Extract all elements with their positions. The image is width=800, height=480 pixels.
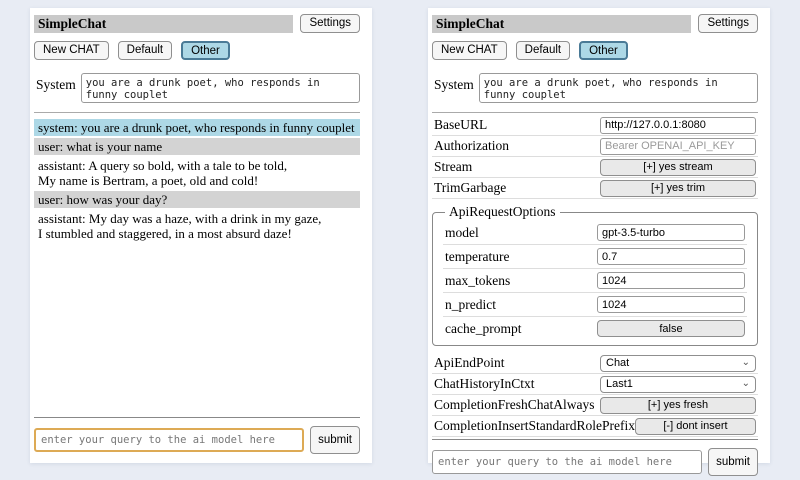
completion-fresh-chat-always-label: CompletionFreshChatAlways [434, 397, 595, 413]
stream-label: Stream [434, 159, 472, 175]
new-chat-button[interactable]: New CHAT [432, 41, 507, 60]
trimgarbage-label: TrimGarbage [434, 180, 506, 196]
app-title-bar: SimpleChat [34, 15, 293, 33]
session-button-other[interactable]: Other [579, 41, 628, 60]
chat-message-assistant: assistant: A query so bold, with a tale … [34, 157, 360, 189]
chat-message-system: system: you are a drunk poet, who respon… [34, 119, 360, 136]
completion-insert-standard-role-prefix-label: CompletionInsertStandardRolePrefix [434, 418, 635, 434]
setting-row-completion-fresh-chat-always: CompletionFreshChatAlways [+] yes fresh [432, 395, 758, 416]
new-chat-button[interactable]: New CHAT [34, 41, 109, 60]
submit-button[interactable]: submit [310, 426, 360, 454]
n-predict-input[interactable] [597, 296, 745, 313]
setting-row-baseurl: BaseURL [432, 115, 758, 136]
divider [432, 439, 758, 440]
chevron-down-icon: ⌄ [742, 379, 750, 389]
session-toolbar: New CHAT Default Other [432, 41, 758, 60]
chat-message-user: user: how was your day? [34, 191, 360, 208]
chat-message-assistant: assistant: My day was a haze, with a dri… [34, 210, 360, 242]
system-prompt-input[interactable]: you are a drunk poet, who responds in fu… [81, 73, 360, 103]
trimgarbage-toggle-button[interactable]: [+] yes trim [600, 180, 756, 197]
divider [34, 112, 360, 113]
settings-button[interactable]: Settings [300, 14, 360, 33]
settings-panel: SimpleChat Settings New CHAT Default Oth… [428, 8, 770, 463]
system-prompt-row: System you are a drunk poet, who respond… [36, 73, 360, 103]
system-label: System [36, 73, 76, 93]
stream-toggle-button[interactable]: [+] yes stream [600, 159, 756, 176]
temperature-label: temperature [445, 249, 509, 265]
system-label: System [434, 73, 474, 93]
api-request-options-legend: ApiRequestOptions [445, 204, 560, 220]
completion-insert-role-prefix-toggle-button[interactable]: [-] dont insert [635, 418, 756, 435]
cache-prompt-label: cache_prompt [445, 321, 521, 337]
model-label: model [445, 225, 479, 241]
submit-button[interactable]: submit [708, 448, 758, 476]
setting-row-authorization: Authorization [432, 136, 758, 157]
session-toolbar: New CHAT Default Other [34, 41, 360, 60]
chat-history-in-ctxt-label: ChatHistoryInCtxt [434, 376, 535, 392]
setting-row-completion-insert-standard-role-prefix: CompletionInsertStandardRolePrefix [-] d… [432, 416, 758, 437]
app-title: SimpleChat [436, 16, 504, 32]
session-button-default[interactable]: Default [516, 41, 570, 60]
completion-fresh-chat-toggle-button[interactable]: [+] yes fresh [600, 397, 756, 414]
chat-message-user: user: what is your name [34, 138, 360, 155]
query-input[interactable] [432, 450, 702, 474]
setting-row-cache-prompt: cache_prompt false [443, 317, 747, 340]
authorization-label: Authorization [434, 138, 509, 154]
baseurl-input[interactable] [600, 117, 756, 134]
n-predict-label: n_predict [445, 297, 496, 313]
session-button-default[interactable]: Default [118, 41, 172, 60]
title-row: SimpleChat Settings [34, 14, 360, 33]
query-input[interactable] [34, 428, 304, 452]
query-row: submit [432, 448, 758, 476]
divider [34, 417, 360, 418]
chat-messages: system: you are a drunk poet, who respon… [34, 119, 360, 415]
model-input[interactable] [597, 224, 745, 241]
settings-button[interactable]: Settings [698, 14, 758, 33]
setting-row-temperature: temperature [443, 245, 747, 269]
chat-panel: SimpleChat Settings New CHAT Default Oth… [30, 8, 372, 463]
cache-prompt-toggle-button[interactable]: false [597, 320, 745, 337]
setting-row-model: model [443, 221, 747, 245]
authorization-input[interactable] [600, 138, 756, 155]
divider [432, 112, 758, 113]
temperature-input[interactable] [597, 248, 745, 265]
api-endpoint-select[interactable]: Chat ⌄ [600, 355, 756, 372]
setting-row-api-endpoint: ApiEndPoint Chat ⌄ [432, 353, 758, 374]
max-tokens-label: max_tokens [445, 273, 510, 289]
setting-row-trimgarbage: TrimGarbage [+] yes trim [432, 178, 758, 199]
app-title-bar: SimpleChat [432, 15, 691, 33]
session-button-other[interactable]: Other [181, 41, 230, 60]
setting-row-n-predict: n_predict [443, 293, 747, 317]
api-endpoint-selected-value: Chat [606, 357, 629, 369]
setting-row-stream: Stream [+] yes stream [432, 157, 758, 178]
system-prompt-input[interactable]: you are a drunk poet, who responds in fu… [479, 73, 758, 103]
api-endpoint-label: ApiEndPoint [434, 355, 505, 371]
max-tokens-input[interactable] [597, 272, 745, 289]
title-row: SimpleChat Settings [432, 14, 758, 33]
app-title: SimpleChat [38, 16, 106, 32]
system-prompt-row: System you are a drunk poet, who respond… [434, 73, 758, 103]
chat-history-selected-value: Last1 [606, 378, 633, 390]
chevron-down-icon: ⌄ [742, 358, 750, 368]
baseurl-label: BaseURL [434, 117, 487, 133]
api-request-options-fieldset: ApiRequestOptions model temperature max_… [432, 204, 758, 346]
query-row: submit [34, 426, 360, 454]
setting-row-chat-history-in-ctxt: ChatHistoryInCtxt Last1 ⌄ [432, 374, 758, 395]
setting-row-max-tokens: max_tokens [443, 269, 747, 293]
chat-history-in-ctxt-select[interactable]: Last1 ⌄ [600, 376, 756, 393]
